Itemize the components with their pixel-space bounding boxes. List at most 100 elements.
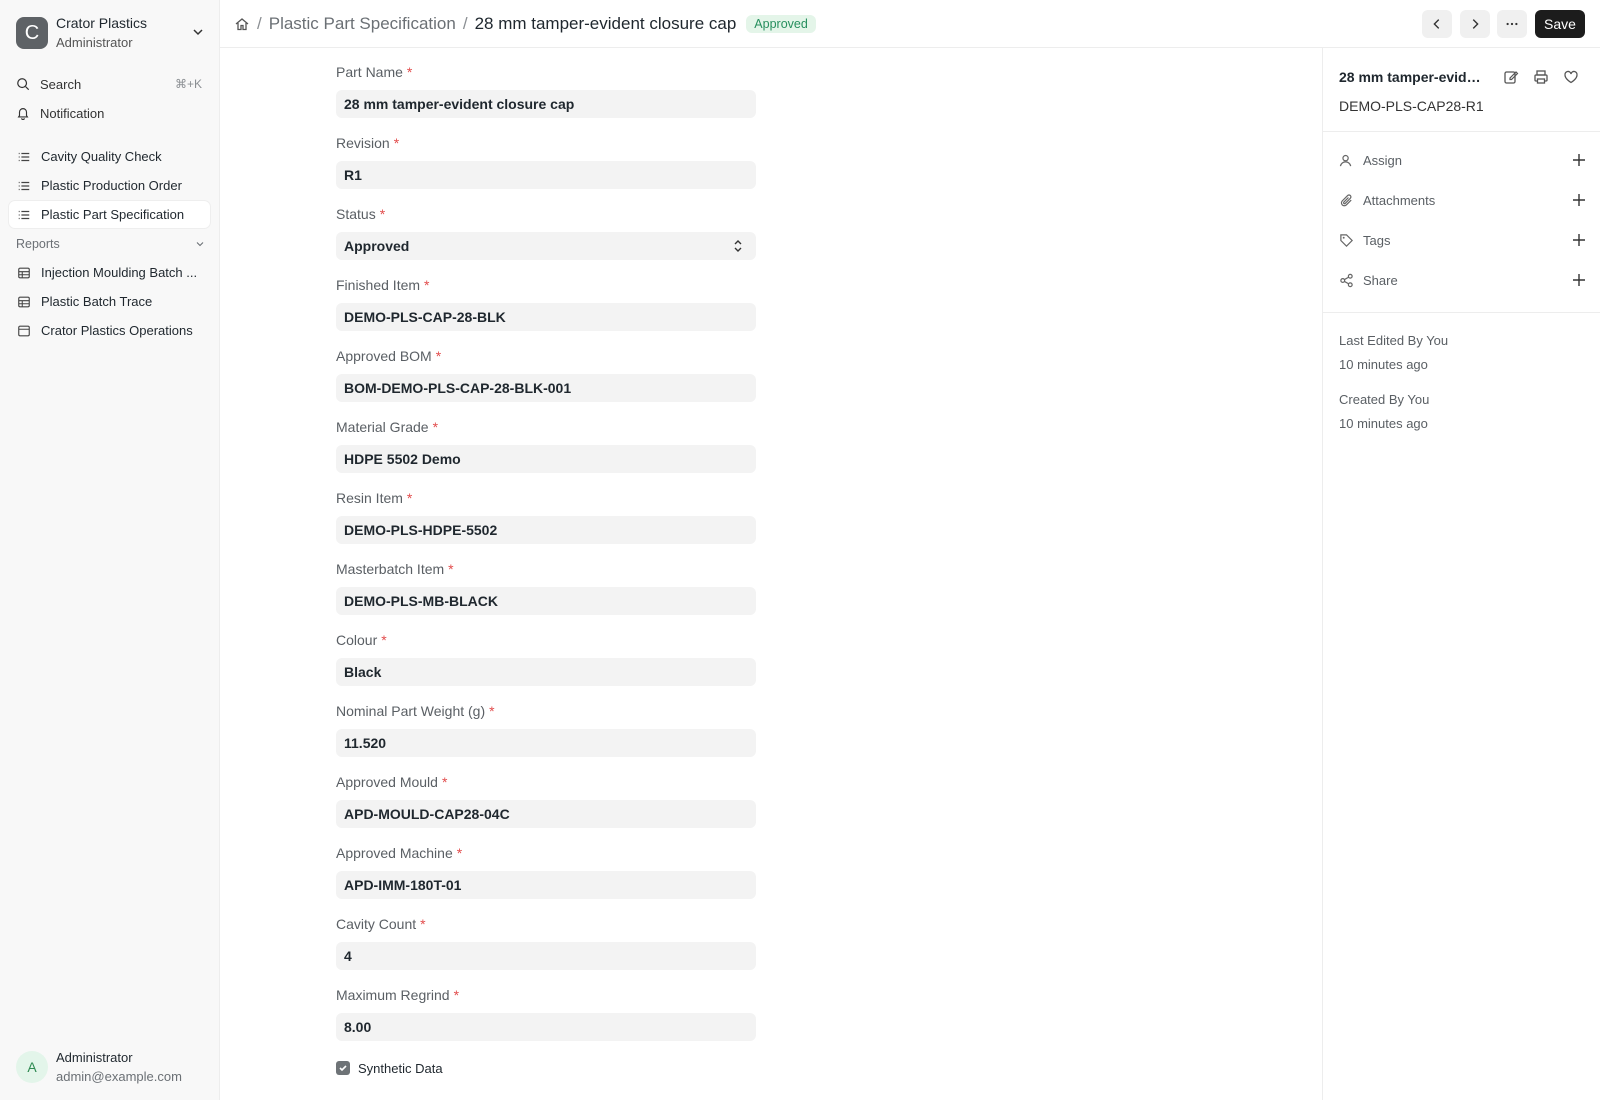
field-resin-item: Resin Item * DEMO-PLS-HDPE-5502 [336,488,756,544]
org-switcher[interactable]: C Crator Plastics Administrator [16,14,206,52]
select-arrows-icon [734,240,742,252]
home-icon[interactable] [234,16,250,32]
approved-bom-input[interactable]: BOM-DEMO-PLS-CAP-28-BLK-001 [336,374,756,402]
field-finished-item: Finished Item * DEMO-PLS-CAP-28-BLK [336,275,756,331]
part-name-input[interactable]: 28 mm tamper-evident closure cap [336,90,756,118]
field-label: Resin Item [336,490,403,506]
colour-input[interactable]: Black [336,658,756,686]
last-edited-time: 10 minutes ago [1339,357,1428,372]
last-edited-label: Last Edited By You [1339,333,1449,348]
field-revision: Revision * R1 [336,133,756,189]
org-role: Administrator [56,35,133,50]
search-icon [17,78,30,91]
tags-row[interactable]: Tags [1339,229,1587,251]
user-icon [1339,154,1352,166]
status-select-value: Approved [344,238,410,254]
field-label: Status [336,206,376,222]
doc-id: DEMO-PLS-CAP28-R1 [1339,98,1484,114]
search-button[interactable]: Search ⌘+K [16,72,206,96]
user-menu[interactable]: A Administrator admin@example.com [16,1047,206,1087]
sidebar-item-cavity-quality-check[interactable]: Cavity Quality Check [9,143,210,170]
required-marker: * [448,561,454,577]
org-avatar: C [16,17,48,49]
table-icon [18,296,30,307]
reports-section-toggle[interactable]: Reports [16,235,206,253]
assign-row[interactable]: Assign [1339,149,1587,171]
sidebar-item-injection-moulding-batch[interactable]: Injection Moulding Batch ... [9,259,210,286]
checkbox[interactable] [336,1061,350,1075]
list-icon [18,152,30,161]
field-label: Approved Mould [336,774,438,790]
required-marker: * [420,916,426,932]
user-email: admin@example.com [56,1069,182,1084]
sidebar-item-plastic-production-order[interactable]: Plastic Production Order [9,172,210,199]
required-marker: * [379,206,386,222]
bell-icon [17,108,29,120]
plus-icon[interactable] [1571,152,1587,168]
breadcrumb: / Plastic Part Specification / 28 mm tam… [234,12,816,36]
approved-machine-input[interactable]: APD-IMM-180T-01 [336,871,756,899]
field-label: Part Name [336,64,403,80]
breadcrumb-separator: / [257,14,262,33]
reports-label: Reports [16,237,60,251]
search-shortcut: ⌘+K [174,77,202,91]
maximum-regrind-input[interactable]: 8.00 [336,1013,756,1041]
finished-item-input[interactable]: DEMO-PLS-CAP-28-BLK [336,303,756,331]
page-title: 28 mm tamper-evident closure cap [474,14,737,33]
print-icon[interactable] [1533,69,1549,85]
user-name: Administrator [56,1050,133,1065]
sidebar-item-plastic-part-specification[interactable]: Plastic Part Specification [9,201,210,228]
created-time: 10 minutes ago [1339,416,1428,431]
material-grade-input[interactable]: HDPE 5502 Demo [336,445,756,473]
avatar: A [16,1051,48,1083]
synthetic-data-checkbox[interactable]: Synthetic Data [336,1059,443,1077]
required-marker: * [489,703,495,719]
save-button[interactable]: Save [1535,10,1585,38]
required-marker: * [453,987,460,1003]
more-actions-button[interactable] [1497,10,1527,38]
field-part-name: Part Name * 28 mm tamper-evident closure … [336,62,756,118]
plus-icon[interactable] [1571,232,1587,248]
edit-icon[interactable] [1503,69,1519,85]
resin-item-input[interactable]: DEMO-PLS-HDPE-5502 [336,516,756,544]
previous-doc-button[interactable] [1422,10,1452,38]
sidebar-item-plastic-batch-trace[interactable]: Plastic Batch Trace [9,288,210,315]
cavity-count-input[interactable]: 4 [336,942,756,970]
chevron-down-icon [196,242,204,247]
field-label: Material Grade [336,419,429,435]
table-icon [18,267,30,278]
sidebar-item-label: Plastic Part Specification [41,207,185,222]
next-doc-button[interactable] [1460,10,1490,38]
breadcrumb-parent[interactable]: Plastic Part Specification [269,14,456,34]
revision-input[interactable]: R1 [336,161,756,189]
field-status: Status * Approved [336,204,756,260]
plus-icon[interactable] [1571,192,1587,208]
page-header: / Plastic Part Specification / 28 mm tam… [220,0,1600,48]
share-row[interactable]: Share [1339,269,1587,291]
masterbatch-item-input[interactable]: DEMO-PLS-MB-BLACK [336,587,756,615]
sidebar-item-crator-plastics-operations[interactable]: Crator Plastics Operations [9,317,210,344]
breadcrumb-separator: / [462,14,468,33]
required-marker: * [441,774,448,790]
heart-icon[interactable] [1563,69,1579,85]
field-material-grade: Material Grade * HDPE 5502 Demo [336,417,756,473]
required-marker: * [456,845,463,861]
tags-label: Tags [1363,232,1391,248]
list-icon [18,210,30,219]
doc-title: 28 mm tamper-evident closure cap [1339,69,1487,85]
field-approved-bom: Approved BOM * BOM-DEMO-PLS-CAP-28-BLK-00… [336,346,756,402]
approved-mould-input[interactable]: APD-MOULD-CAP28-04C [336,800,756,828]
nominal-part-weight-input[interactable]: 11.520 [336,729,756,757]
checkbox-label: Synthetic Data [358,1060,443,1076]
status-select[interactable]: Approved [336,232,756,260]
field-label: Revision [336,135,390,151]
required-marker: * [406,490,413,506]
field-masterbatch-item: Masterbatch Item * DEMO-PLS-MB-BLACK [336,559,756,615]
plus-icon[interactable] [1571,272,1587,288]
notification-button[interactable]: Notification [16,101,206,125]
required-marker: * [424,277,430,293]
notification-label: Notification [40,105,105,121]
attachments-row[interactable]: Attachments [1339,189,1587,211]
required-marker: * [432,419,439,435]
search-label: Search [40,76,82,92]
